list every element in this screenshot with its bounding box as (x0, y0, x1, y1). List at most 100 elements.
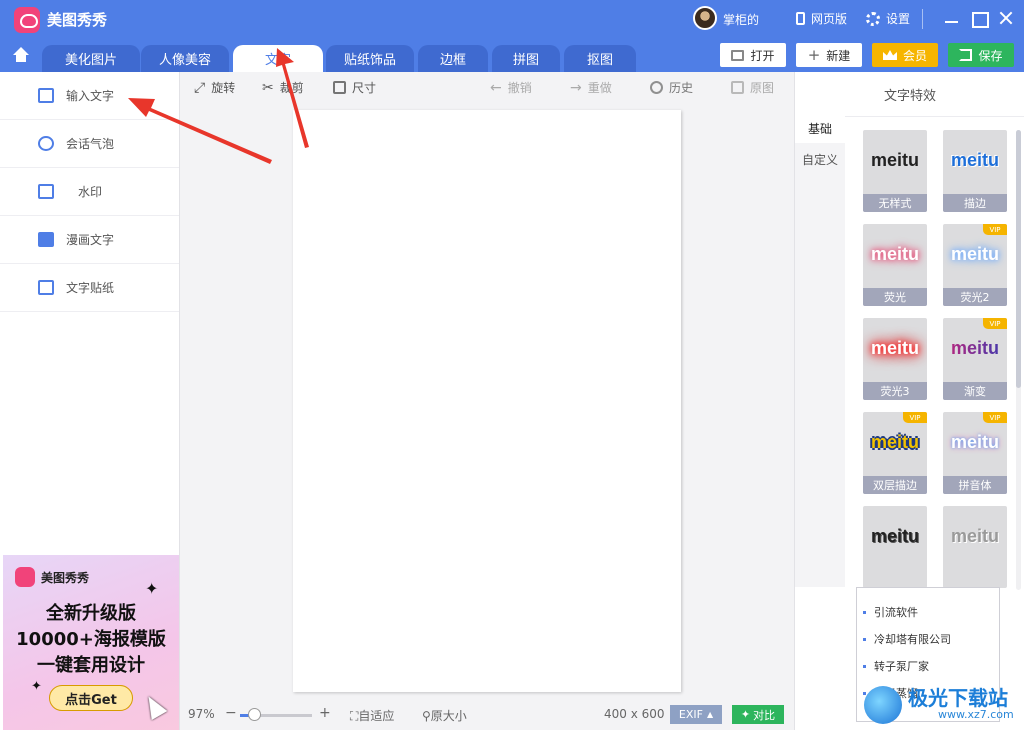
save-icon (959, 49, 973, 61)
style-sample-text: meitu (950, 432, 999, 452)
text-style-tile[interactable]: meitu 荧光3 (863, 318, 927, 400)
style-label: 荧光 (863, 288, 927, 306)
maximize-icon[interactable] (969, 8, 989, 28)
tab-text[interactable]: 文字 (233, 45, 323, 72)
rotate-label: 旋转 (211, 81, 236, 95)
text-style-tile[interactable]: meitu VIP 拼音体 (943, 412, 1007, 494)
link-item[interactable]: 冷却塔有限公司 (863, 631, 951, 647)
title-bar: 美图秀秀 掌柜的 网页版 设置 (0, 0, 1024, 40)
new-button[interactable]: + 新建 (796, 43, 862, 67)
open-label: 打开 (750, 48, 775, 63)
tab-portrait[interactable]: 人像美容 (141, 45, 229, 72)
vip-badge: VIP (983, 412, 1007, 423)
watermark-text: 极光下载站 (908, 686, 1008, 710)
compare-button[interactable]: ✦ 对比 (732, 705, 784, 724)
tab-collage[interactable]: 拼图 (492, 45, 560, 72)
subtab-custom[interactable]: 自定义 (795, 144, 845, 174)
size-label: 尺寸 (352, 81, 377, 95)
close-icon[interactable] (996, 8, 1016, 28)
link-item[interactable]: 引流软件 (863, 604, 918, 620)
menu-item-speech-bubble[interactable]: 会话气泡 (0, 120, 179, 168)
tab-cutout[interactable]: 抠图 (564, 45, 636, 72)
image-icon (731, 81, 744, 94)
vip-label: 会员 (902, 48, 927, 63)
link-text: 引流软件 (874, 606, 918, 619)
crop-button[interactable]: ✂ 裁剪 (262, 79, 304, 96)
tab-stickers[interactable]: 贴纸饰品 (326, 45, 414, 72)
tab-beautify[interactable]: 美化图片 (42, 45, 140, 72)
size-button[interactable]: 尺寸 (333, 79, 376, 96)
rotate-button[interactable]: ⤢ 旋转 (194, 79, 235, 96)
ad-brand: 美图秀秀 (41, 571, 90, 585)
minimize-icon[interactable] (942, 8, 962, 28)
menu-label: 会话气泡 (66, 137, 115, 151)
image-canvas[interactable] (293, 110, 681, 692)
actual-size-button[interactable]: ⚲原大小 (422, 707, 467, 724)
menu-label: 漫画文字 (66, 233, 115, 247)
user-name[interactable]: 掌柜的 (723, 11, 759, 28)
bullet (863, 637, 866, 641)
text-style-tile[interactable]: meitu VIP 荧光2 (943, 224, 1007, 306)
ad-get-button[interactable]: 点击Get (49, 685, 133, 711)
compare-label: 对比 (753, 708, 776, 722)
style-sample-text: meitu (950, 150, 999, 170)
link-text: 转子泵厂家 (874, 660, 929, 673)
home-button[interactable] (0, 40, 42, 72)
text-style-tile[interactable]: meitu (863, 506, 927, 588)
text-style-tile[interactable]: meitu (943, 506, 1007, 588)
menu-label: 文字贴纸 (66, 281, 115, 295)
redo-button[interactable]: → 重做 (570, 79, 612, 96)
style-label: 荧光3 (863, 382, 927, 400)
menu-item-text-sticker[interactable]: 文字贴纸 (0, 264, 179, 312)
fit-label: 自适应 (358, 709, 395, 723)
vip-button[interactable]: 会员 (872, 43, 938, 67)
menu-item-input-text[interactable]: 输入文字 (0, 72, 179, 120)
cursor-icon (140, 691, 168, 721)
rotate-icon: ⤢ (194, 79, 206, 96)
web-version-label: 网页版 (811, 12, 848, 26)
undo-icon: ← (490, 79, 502, 96)
original-button[interactable]: 原图 (731, 79, 774, 96)
zoom-slider-handle[interactable] (248, 708, 262, 721)
style-sample-text: meitu (870, 432, 919, 452)
zoom-out-button[interactable]: − (225, 705, 237, 721)
style-label: 渐变 (943, 382, 1007, 400)
text-style-tile[interactable]: meitu 无样式 (863, 130, 927, 212)
vip-badge: VIP (983, 224, 1007, 235)
compare-icon: ✦ (740, 708, 751, 721)
tab-bar: 美化图片 人像美容 文字 贴纸饰品 边框 拼图 抠图 打开 + 新建 会员 保存 (0, 40, 1024, 72)
avatar[interactable] (693, 6, 717, 30)
panel-title: 文字特效 (883, 89, 936, 104)
history-label: 历史 (669, 81, 694, 95)
style-sample-text: meitu (870, 150, 919, 170)
scrollbar-thumb[interactable] (1016, 130, 1021, 388)
style-sample-text: meitu (950, 526, 999, 546)
text-style-tile[interactable]: meitu 荧光 (863, 224, 927, 306)
zoom-in-button[interactable]: + (319, 705, 331, 721)
menu-item-comic-text[interactable]: 漫画文字 (0, 216, 179, 264)
tab-frames[interactable]: 边框 (418, 45, 488, 72)
style-sample-text: meitu (950, 244, 999, 264)
sparkle-icon: ✦ (31, 679, 42, 694)
style-sample-text: meitu (870, 338, 919, 358)
style-label: 拼音体 (943, 476, 1007, 494)
save-button[interactable]: 保存 (948, 43, 1014, 67)
open-button[interactable]: 打开 (720, 43, 786, 67)
new-label: 新建 (826, 48, 851, 63)
fit-button[interactable]: ⛶自适应 (350, 707, 394, 724)
menu-item-watermark[interactable]: 水印 (0, 168, 179, 216)
promo-banner[interactable]: 美图秀秀 ✦ 全新升级版 10000+海报模版 一键套用设计 ✦ 点击Get (3, 555, 179, 730)
history-button[interactable]: 历史 (650, 79, 693, 96)
text-style-tile[interactable]: meitu 描边 (943, 130, 1007, 212)
app-logo-icon (15, 567, 35, 587)
undo-button[interactable]: ← 撤销 (490, 79, 532, 96)
watermark-icon (38, 184, 54, 199)
link-text: 冷却塔有限公司 (874, 633, 951, 646)
web-version-button[interactable]: 网页版 (796, 10, 847, 27)
settings-button[interactable]: 设置 (866, 10, 910, 27)
text-style-tile[interactable]: meitu VIP 双层描边 (863, 412, 927, 494)
exif-button[interactable]: EXIF ▲ (670, 705, 722, 724)
text-style-tile[interactable]: meitu VIP 渐变 (943, 318, 1007, 400)
subtab-basic[interactable]: 基础 (795, 113, 845, 143)
link-item[interactable]: 转子泵厂家 (863, 658, 929, 674)
